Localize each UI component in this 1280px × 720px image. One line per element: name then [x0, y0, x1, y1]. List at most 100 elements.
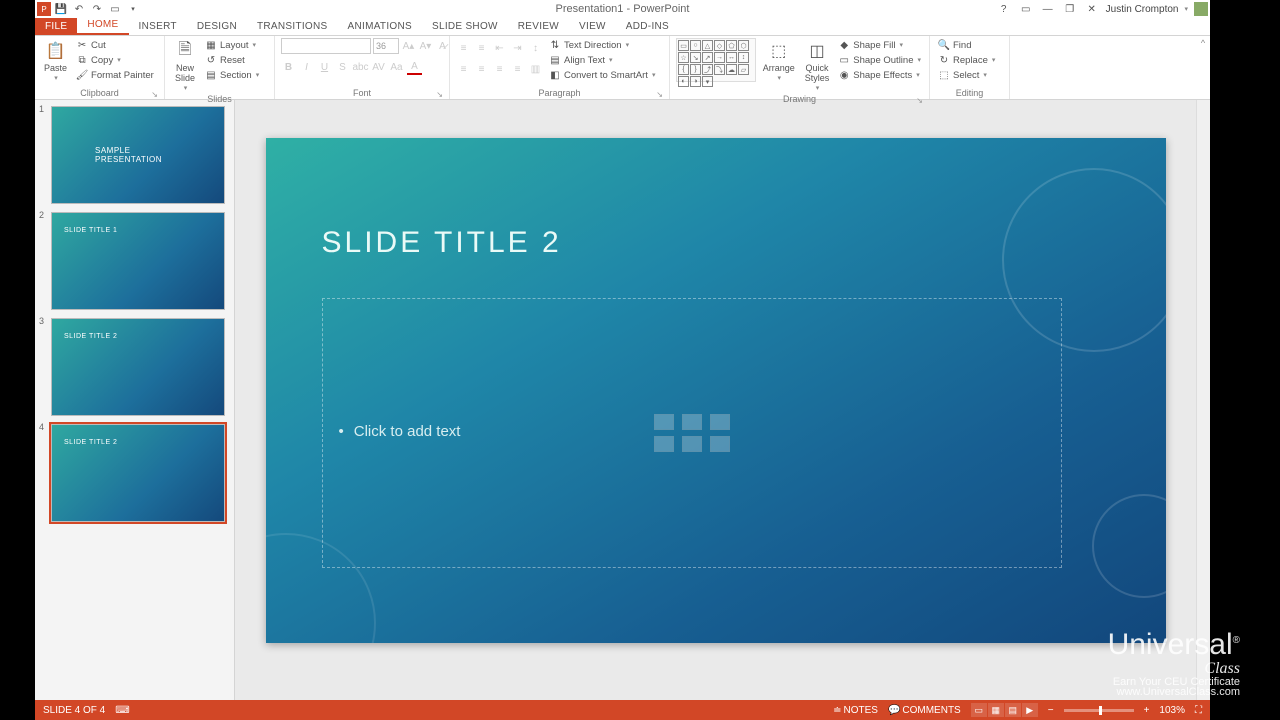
- align-left-button[interactable]: ≡: [456, 62, 471, 77]
- arrange-button[interactable]: ⬚Arrange▾: [760, 38, 798, 84]
- insert-online-picture-icon[interactable]: [682, 436, 702, 452]
- italic-button[interactable]: I: [299, 60, 314, 75]
- ribbon-options-icon[interactable]: ▭: [1018, 2, 1034, 16]
- new-slide-button[interactable]: 🗎 New Slide ▾: [171, 38, 199, 94]
- font-color-button[interactable]: A: [407, 60, 422, 75]
- slide-counter[interactable]: SLIDE 4 OF 4: [43, 705, 105, 716]
- qat-customize-icon[interactable]: ▾: [125, 1, 141, 17]
- paragraph-dialog-icon[interactable]: ↘: [656, 90, 663, 99]
- find-button[interactable]: 🔍Find: [936, 38, 997, 52]
- font-family-select[interactable]: [281, 38, 371, 54]
- tab-file[interactable]: FILE: [35, 18, 77, 35]
- notes-button[interactable]: ≐ NOTES: [833, 705, 878, 716]
- save-icon[interactable]: 💾: [53, 1, 69, 17]
- shape-effects-button[interactable]: ◉Shape Effects▾: [836, 68, 923, 82]
- zoom-in-button[interactable]: +: [1144, 705, 1150, 716]
- zoom-level[interactable]: 103%: [1159, 705, 1185, 716]
- restore-icon[interactable]: ❐: [1062, 2, 1078, 16]
- user-name[interactable]: Justin Crompton: [1106, 4, 1179, 15]
- comments-button[interactable]: 💬 COMMENTS: [888, 705, 961, 716]
- format-painter-button[interactable]: 🖌Format Painter: [74, 68, 156, 82]
- tab-addins[interactable]: ADD-INS: [616, 18, 679, 35]
- fit-window-button[interactable]: ⛶: [1195, 705, 1202, 716]
- strike-button[interactable]: abc: [353, 60, 368, 75]
- insert-chart-icon[interactable]: [682, 414, 702, 430]
- start-show-icon[interactable]: ▭: [107, 1, 123, 17]
- close-icon[interactable]: ✕: [1084, 2, 1100, 16]
- align-right-button[interactable]: ≡: [492, 62, 507, 77]
- columns-button[interactable]: ▥: [528, 62, 543, 77]
- thumb-num: 3: [39, 316, 44, 326]
- shadow-button[interactable]: S: [335, 60, 350, 75]
- thumbnail-4[interactable]: 4 SLIDE TITLE 2: [41, 424, 228, 522]
- tab-slideshow[interactable]: SLIDE SHOW: [422, 18, 508, 35]
- sorter-view-button[interactable]: ▦: [988, 703, 1004, 717]
- align-text-button[interactable]: ▤Align Text▾: [547, 53, 657, 67]
- text-direction-button[interactable]: ⇅Text Direction▾: [547, 38, 657, 52]
- insert-smartart-icon[interactable]: [710, 414, 730, 430]
- thumbnail-3[interactable]: 3 SLIDE TITLE 2: [41, 318, 228, 416]
- clipboard-dialog-icon[interactable]: ↘: [151, 90, 158, 99]
- tab-review[interactable]: REVIEW: [508, 18, 569, 35]
- bold-button[interactable]: B: [281, 60, 296, 75]
- placeholder-text[interactable]: Click to add text: [339, 423, 461, 440]
- replace-button[interactable]: ↻Replace▾: [936, 53, 997, 67]
- user-dropdown-icon[interactable]: ▾: [1184, 5, 1188, 13]
- vertical-scrollbar[interactable]: [1196, 100, 1210, 700]
- section-button[interactable]: ▤Section▾: [203, 68, 261, 82]
- collapse-ribbon-icon[interactable]: ^: [1201, 38, 1205, 48]
- indent-dec-button[interactable]: ⇤: [492, 41, 507, 56]
- avatar[interactable]: [1194, 2, 1208, 16]
- align-center-button[interactable]: ≡: [474, 62, 489, 77]
- redo-icon[interactable]: ↷: [89, 1, 105, 17]
- zoom-slider[interactable]: [1064, 709, 1134, 712]
- case-button[interactable]: Aa: [389, 60, 404, 75]
- quick-styles-button[interactable]: ◫Quick Styles▾: [802, 38, 833, 94]
- tab-home[interactable]: HOME: [77, 16, 128, 35]
- slide[interactable]: SLIDE TITLE 2 Click to add text: [266, 138, 1166, 643]
- slideshow-view-button[interactable]: ▶: [1022, 703, 1038, 717]
- undo-icon[interactable]: ↶: [71, 1, 87, 17]
- justify-button[interactable]: ≡: [510, 62, 525, 77]
- numbering-button[interactable]: ≡: [474, 41, 489, 56]
- reset-button[interactable]: ↺Reset: [203, 53, 261, 67]
- insert-picture-icon[interactable]: [654, 436, 674, 452]
- thumbnail-1[interactable]: 1 SAMPLE PRESENTATION: [41, 106, 228, 204]
- zoom-out-button[interactable]: −: [1048, 705, 1054, 716]
- line-spacing-button[interactable]: ↕: [528, 41, 543, 56]
- normal-view-button[interactable]: ▭: [971, 703, 987, 717]
- spell-check-icon[interactable]: ⌨: [115, 705, 129, 716]
- convert-smartart-button[interactable]: ◧Convert to SmartArt▾: [547, 68, 657, 82]
- tab-view[interactable]: VIEW: [569, 18, 616, 35]
- tab-transitions[interactable]: TRANSITIONS: [247, 18, 338, 35]
- shape-fill-button[interactable]: ◆Shape Fill▾: [836, 38, 923, 52]
- indent-inc-button[interactable]: ⇥: [510, 41, 525, 56]
- content-placeholder[interactable]: Click to add text: [322, 298, 1062, 568]
- cut-button[interactable]: ✂Cut: [74, 38, 156, 52]
- insert-video-icon[interactable]: [710, 436, 730, 452]
- bullets-button[interactable]: ≡: [456, 41, 471, 56]
- grow-font-icon[interactable]: A▴: [401, 39, 416, 54]
- select-button[interactable]: ⬚Select▾: [936, 68, 997, 82]
- copy-button[interactable]: ⧉Copy▾: [74, 53, 156, 67]
- thumbnail-2[interactable]: 2 SLIDE TITLE 1: [41, 212, 228, 310]
- clear-format-icon[interactable]: A̷: [435, 39, 450, 54]
- layout-button[interactable]: ▦Layout▾: [203, 38, 261, 52]
- reading-view-button[interactable]: ▤: [1005, 703, 1021, 717]
- help-icon[interactable]: ?: [996, 2, 1012, 16]
- spacing-button[interactable]: AV: [371, 60, 386, 75]
- tab-design[interactable]: DESIGN: [187, 18, 247, 35]
- minimize-icon[interactable]: —: [1040, 2, 1056, 16]
- shape-outline-button[interactable]: ▭Shape Outline▾: [836, 53, 923, 67]
- paste-button[interactable]: 📋 Paste ▾: [41, 38, 70, 84]
- font-size-select[interactable]: [373, 38, 399, 54]
- font-dialog-icon[interactable]: ↘: [436, 90, 443, 99]
- shapes-gallery[interactable]: ▭○△◇⬠⬡☆ ↘↗→↔↕{} ⤴⤵☁▱◐◑▾: [676, 38, 756, 82]
- tab-insert[interactable]: INSERT: [129, 18, 187, 35]
- tab-animations[interactable]: ANIMATIONS: [338, 18, 422, 35]
- insert-table-icon[interactable]: [654, 414, 674, 430]
- app-icon[interactable]: P: [37, 2, 51, 16]
- underline-button[interactable]: U: [317, 60, 332, 75]
- shrink-font-icon[interactable]: A▾: [418, 39, 433, 54]
- slide-title[interactable]: SLIDE TITLE 2: [322, 226, 562, 260]
